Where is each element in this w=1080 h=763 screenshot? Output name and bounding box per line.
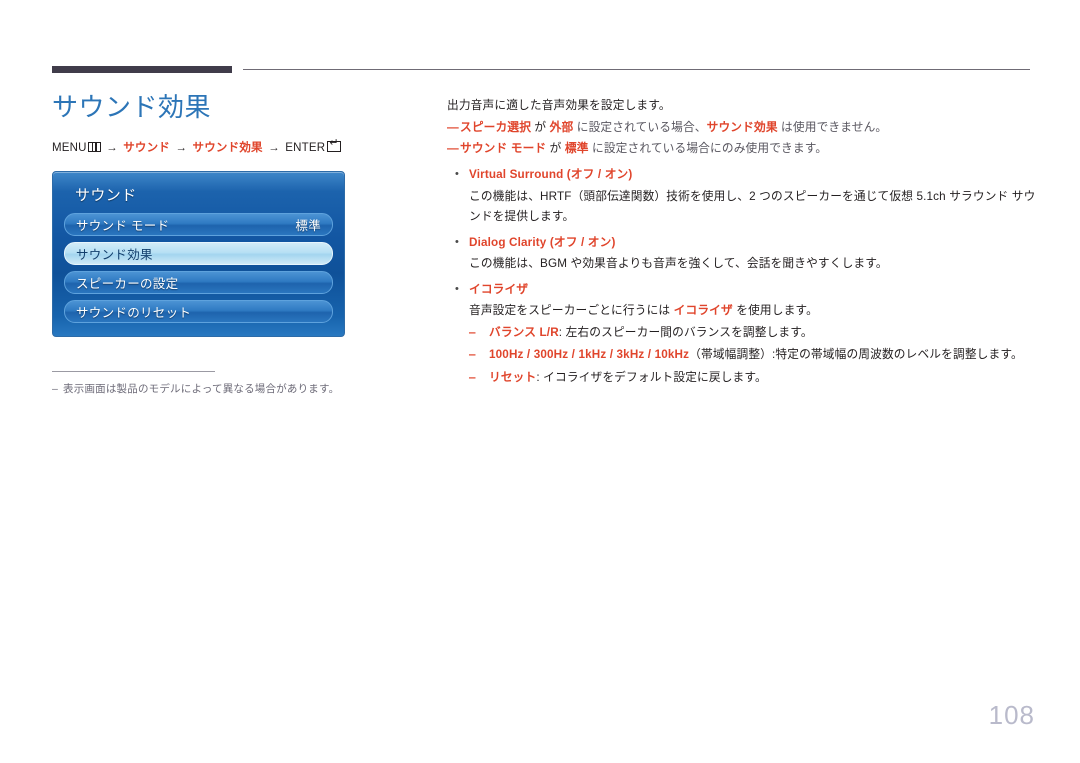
subitem-dash: ‒ [469,326,476,340]
note-body: スピーカ選択 が 外部 に設定されている場合、サウンド効果 は使用できません。 [460,118,1037,138]
menu-grid-icon [87,142,101,153]
osd-menu-heading: サウンド [75,187,137,205]
text-run: （帯域幅調整） [689,348,773,362]
subitem-body: リセット: イコライザをデフォルト設定に戻します。 [489,368,1037,388]
footnote-dash: ‒ [52,383,59,395]
enter-key-icon [327,138,342,153]
note-dash: ― [447,121,459,135]
osd-item-label: サウンドのリセット [76,306,192,321]
bullet-title: イコライザ [469,283,528,296]
note-body: サウンド モード が 標準 に設定されている場合にのみ使用できます。 [460,139,1037,159]
text-run: オフ / オン [570,168,629,182]
text-run: に設定されている場合にのみ使用できます。 [588,142,828,156]
text-run: 100Hz / 300Hz / 1kHz / 3kHz / 10kHz [489,348,690,362]
footnote-divider [52,371,215,372]
bullet-title: Dialog Clarity (オフ / オン) [469,236,615,249]
breadcrumb: MENU → サウンド → サウンド効果 → ENTER [52,138,402,155]
text-run: は使用できません。 [777,121,888,135]
header-thin-rule [243,69,1030,70]
subitem-body: 100Hz / 300Hz / 1kHz / 3kHz / 10kHz（帯域幅調… [489,345,1037,365]
osd-item-sound-reset[interactable]: サウンドのリセット [64,300,333,324]
breadcrumb-arrow-3: → [268,142,280,155]
breadcrumb-step-sound-effect[interactable]: サウンド効果 [193,142,263,154]
text-run: スピーカ選択 [460,121,532,135]
breadcrumb-step-sound[interactable]: サウンド [123,142,170,154]
breadcrumb-arrow-1: → [106,142,118,155]
text-run: 外部 [549,121,574,135]
bullet-main: イコライザ 音声設定をスピーカーごとに行うには イコライザ を使用します。 [469,280,1037,321]
osd-item-sound-mode[interactable]: サウンド モード 標準 [64,213,333,237]
text-run: : イコライザをデフォルト設定に戻します。 [536,370,767,384]
page-number: 108 [988,700,1035,730]
osd-item-sound-effect[interactable]: サウンド効果 [64,242,333,266]
text-run: 音声設定をスピーカーごとに行うには [469,304,674,318]
subitem-body: バランス L/R: 左右のスピーカー間のバランスを調整します。 [489,323,1037,343]
bullet-dot-icon: • [455,235,460,248]
text-run: バランス L/R [489,326,559,340]
text-run: リセット [489,370,537,384]
footnote-text-row: ‒ 表示画面は製品のモデルによって異なる場合があります。 [52,381,402,396]
header-thick-rule [52,66,232,73]
content-bullet-equalizer: • イコライザ 音声設定をスピーカーごとに行うには イコライザ を使用します。 [447,280,1037,321]
osd-item-value: 標準 [295,219,321,234]
subitem-dash: ‒ [469,370,476,384]
content-bullet-virtual-surround: • Virtual Surround (オフ / オン) この機能は、HRTF（… [447,165,1037,226]
bullet-dot-icon: • [455,168,460,181]
page-title: サウンド効果 [52,92,212,122]
text-run: 標準 [564,142,589,156]
content-subitem-balance: ‒ バランス L/R: 左右のスピーカー間のバランスを調整します。 [447,323,1037,343]
osd-menu-panel: サウンド サウンド モード 標準 サウンド効果 スピーカーの設定 サウンドのリセ… [52,171,345,338]
osd-item-label: スピーカーの設定 [76,277,179,292]
text-run: サウンド モード [460,142,547,156]
content-note: ― サウンド モード が 標準 に設定されている場合にのみ使用できます。 [447,139,1037,159]
text-run: イコライザ [469,283,529,296]
osd-item-speaker-settings[interactable]: スピーカーの設定 [64,271,333,295]
text-run: イコライザ [673,304,733,318]
text-run: を使用します。 [732,304,818,318]
osd-item-label: サウンド モード [76,219,170,234]
bullet-title: Virtual Surround (オフ / オン) [469,168,632,181]
bullet-description: 音声設定をスピーカーごとに行うには イコライザ を使用します。 [469,301,1037,321]
footnote-text: 表示画面は製品のモデルによって異なる場合があります。 [63,383,340,395]
content-bullet-dialog-clarity: • Dialog Clarity (オフ / オン) この機能は、BGM や効果… [447,233,1037,274]
content-lead: 出力音声に適した音声効果を設定します。 [447,99,671,112]
right-column: 出力音声に適した音声効果を設定します。 ― スピーカ選択 が 外部 に設定されて… [447,96,1037,388]
text-run: に設定されている場合、 [573,121,707,135]
bullet-description: この機能は、BGM や効果音よりも音声を強くして、会話を聞きやすくします。 [469,256,888,270]
text-run: : 左右のスピーカー間のバランスを調整します。 [558,326,813,340]
text-run: ) [611,235,616,249]
bullet-main: Virtual Surround (オフ / オン) この機能は、HRTF（頭部… [469,165,1037,226]
note-dash: ― [447,142,459,156]
content-note: ― スピーカ選択 が 外部 に設定されている場合、サウンド効果 は使用できません… [447,118,1037,138]
text-run: サウンド効果 [706,121,778,135]
bullet-description: この機能は、HRTF（頭部伝達関数）技術を使用し、2 つのスピーカーを通じて仮想… [469,189,1036,223]
text-run: が [531,121,550,135]
text-run: 特定の帯域幅の周波数のレベルを調整します。 [775,348,1023,362]
text-run: Dialog Clarity [469,235,550,249]
subitem-dash: ‒ [469,348,476,362]
breadcrumb-menu-label: MENU [52,142,87,155]
breadcrumb-enter-label: ENTER [285,142,326,155]
osd-item-label: サウンド効果 [76,248,153,263]
text-run: オフ / オン [553,235,612,249]
content-subitem-bands: ‒ 100Hz / 300Hz / 1kHz / 3kHz / 10kHz（帯域… [447,345,1037,365]
left-column: サウンド効果 MENU → サウンド → サウンド効果 → ENTER サウンド… [52,92,402,338]
text-run: ) [628,168,633,182]
bullet-dot-icon: • [455,283,460,295]
content-subitem-reset: ‒ リセット: イコライザをデフォルト設定に戻します。 [447,368,1037,388]
text-run: が [546,142,565,156]
text-run: Virtual Surround [469,168,567,182]
left-footnote: ‒ 表示画面は製品のモデルによって異なる場合があります。 [52,371,402,396]
breadcrumb-arrow-2: → [175,142,188,155]
bullet-main: Dialog Clarity (オフ / オン) この機能は、BGM や効果音よ… [469,233,1037,274]
